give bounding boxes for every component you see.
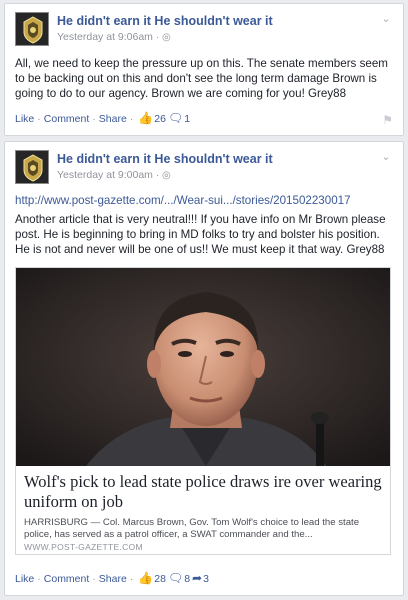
- post-text: Another article that is very neutral!!! …: [15, 213, 386, 256]
- post-meta: Yesterday at 9:00am · ◎: [57, 169, 171, 181]
- post-1: He didn't earn it He shouldn't wear it Y…: [4, 3, 404, 136]
- article-photo[interactable]: [16, 268, 390, 466]
- avatar[interactable]: [15, 12, 49, 46]
- comment-link[interactable]: Comment: [44, 113, 90, 125]
- post-meta: Yesterday at 9:06am · ◎: [57, 31, 171, 43]
- comment-link[interactable]: Comment: [44, 573, 90, 585]
- comment-icon: 🗨: [167, 571, 184, 585]
- article-source: WWW.POST-GAZETTE.COM: [24, 542, 143, 552]
- comments-count[interactable]: 8: [184, 573, 190, 585]
- link-preview-card[interactable]: Wolf's pick to lead state police draws i…: [15, 267, 391, 555]
- share-link[interactable]: Share: [99, 113, 127, 125]
- avatar-badge-icon: [16, 13, 48, 45]
- post-text: All, we need to keep the pressure up on …: [15, 57, 388, 100]
- avatar-badge-icon: [16, 151, 48, 183]
- flag-icon[interactable]: ⚑: [382, 113, 393, 127]
- article-description: HARRISBURG — Col. Marcus Brown, Gov. Tom…: [24, 517, 360, 540]
- globe-icon: · ◎: [155, 32, 171, 43]
- chevron-down-icon[interactable]: ⌄: [379, 12, 393, 26]
- post-author[interactable]: He didn't earn it He shouldn't wear it: [57, 152, 273, 166]
- shares-count[interactable]: 3: [203, 573, 209, 585]
- post-header: He didn't earn it He shouldn't wear it Y…: [15, 12, 393, 46]
- post-header: He didn't earn it He shouldn't wear it Y…: [15, 150, 393, 184]
- avatar[interactable]: [15, 150, 49, 184]
- post-actions: Like · Comment · Share · 👍28 🗨8 ➦3: [15, 571, 209, 585]
- globe-icon: · ◎: [155, 170, 171, 181]
- portrait-image: [16, 268, 390, 466]
- chevron-down-icon[interactable]: ⌄: [379, 150, 393, 164]
- shared-link-url[interactable]: http://www.post-gazette.com/.../Wear-sui…: [15, 194, 351, 207]
- post-author[interactable]: He didn't earn it He shouldn't wear it: [57, 14, 273, 28]
- share-link[interactable]: Share: [99, 573, 127, 585]
- article-title[interactable]: Wolf's pick to lead state police draws i…: [24, 472, 382, 512]
- post-actions: Like · Comment · Share · 👍26 🗨1 ⚑: [15, 111, 393, 127]
- thumbs-up-icon: 👍: [138, 111, 154, 125]
- like-link[interactable]: Like: [15, 573, 34, 585]
- likes-count[interactable]: 28: [154, 573, 166, 585]
- like-link[interactable]: Like: [15, 113, 34, 125]
- likes-count[interactable]: 26: [154, 113, 166, 125]
- post-timestamp[interactable]: Yesterday at 9:06am: [57, 31, 153, 43]
- thumbs-up-icon: 👍: [138, 571, 154, 585]
- comments-count[interactable]: 1: [184, 113, 190, 125]
- post-2: He didn't earn it He shouldn't wear it Y…: [4, 141, 404, 596]
- share-arrow-icon: ➦: [192, 571, 203, 585]
- comment-icon: 🗨: [167, 111, 184, 125]
- post-timestamp[interactable]: Yesterday at 9:00am: [57, 169, 153, 181]
